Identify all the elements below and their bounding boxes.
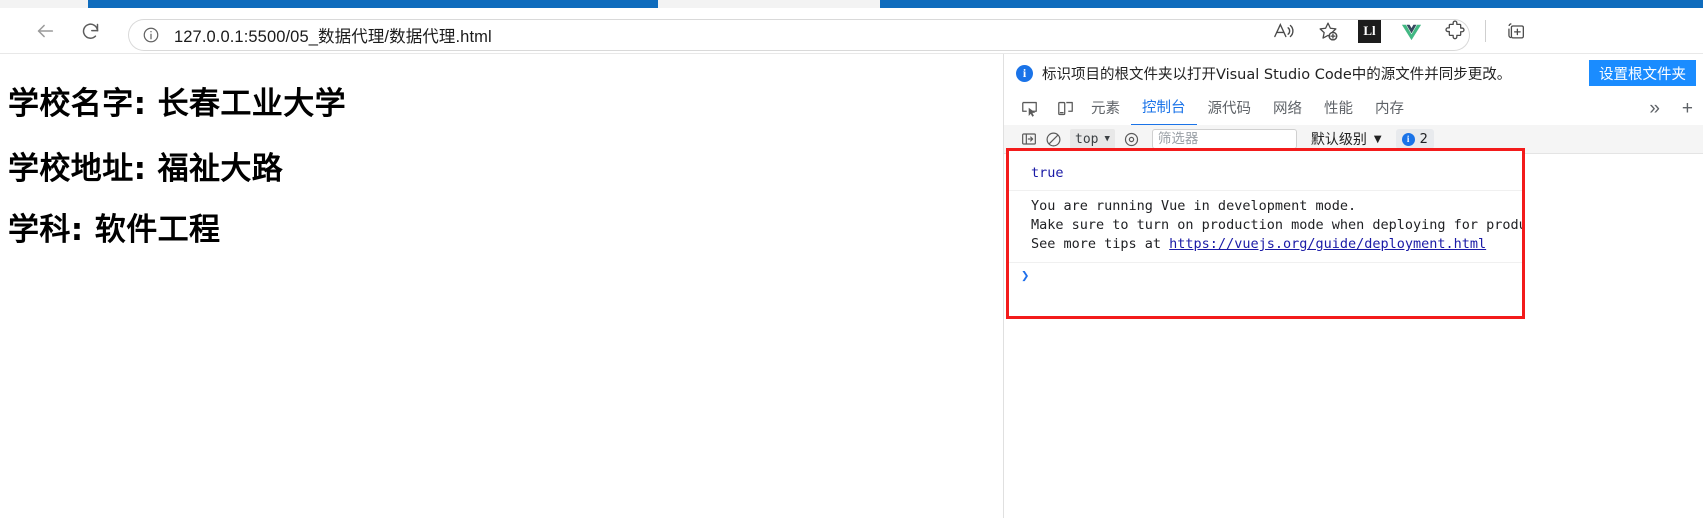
vscode-sync-banner: i 标识项目的根文件夹以打开Visual Studio Code中的源文件并同步… <box>1004 54 1703 93</box>
reload-icon[interactable] <box>75 16 105 46</box>
tab-console[interactable]: 控制台 <box>1131 92 1197 126</box>
info-icon: i <box>1401 132 1415 146</box>
vue-deployment-link[interactable]: https://vuejs.org/guide/deployment.html <box>1169 236 1486 252</box>
set-root-folder-button[interactable]: 设置根文件夹 <box>1589 60 1696 86</box>
console-output-annotated[interactable]: true You are running Vue in development … <box>1006 148 1525 319</box>
console-log-vue-warn-line1: You are running Vue in development mode. <box>1009 190 1522 216</box>
chevron-down-icon: ▼ <box>1373 133 1382 145</box>
issues-badge[interactable]: i 2 <box>1395 129 1434 149</box>
tab-network[interactable]: 网络 <box>1262 93 1313 125</box>
issues-count: 2 <box>1419 131 1428 147</box>
clear-console-icon[interactable] <box>1041 128 1066 150</box>
add-tab-icon[interactable]: + <box>1671 98 1703 120</box>
add-favorite-icon[interactable] <box>1314 17 1342 45</box>
tab-strip-segment-right[interactable] <box>880 0 1703 8</box>
read-aloud-icon[interactable] <box>1270 17 1298 45</box>
console-sidebar-icon[interactable] <box>1016 128 1041 150</box>
browser-toolbar: 127.0.0.1:5500/05_数据代理/数据代理.html Ll <box>0 8 1703 54</box>
console-log-vue-warn-line2: Make sure to turn on production mode whe… <box>1031 217 1525 233</box>
inspect-element-icon[interactable] <box>1014 96 1044 122</box>
console-log-true: true <box>1031 165 1064 181</box>
more-tabs-icon[interactable]: » <box>1638 98 1671 120</box>
tab-performance[interactable]: 性能 <box>1313 93 1364 125</box>
browser-tabstrip <box>0 0 1703 8</box>
context-value: top <box>1075 131 1099 147</box>
ll-extension-icon[interactable]: Ll <box>1358 19 1381 43</box>
back-arrow-icon[interactable] <box>30 16 60 46</box>
log-levels-select[interactable]: 默认级别 ▼ <box>1311 129 1382 149</box>
chevron-down-icon: ▼ <box>1104 134 1110 144</box>
console-prompt-caret[interactable]: ❯ <box>1009 262 1522 284</box>
address-bar-url: 127.0.0.1:5500/05_数据代理/数据代理.html <box>174 28 492 46</box>
console-log-vue-warn-line3: See more tips at https://vuejs.org/guide… <box>1009 235 1522 254</box>
tab-memory[interactable]: 内存 <box>1364 93 1415 125</box>
collections-icon[interactable] <box>1502 17 1530 45</box>
console-log-tips-prefix: See more tips at <box>1031 236 1170 252</box>
javascript-context-select[interactable]: top ▼ <box>1070 129 1115 149</box>
vscode-sync-message: 标识项目的根文件夹以打开Visual Studio Code中的源文件并同步更改… <box>1042 66 1512 83</box>
heading-subject: 学科: 软件工程 <box>8 212 221 248</box>
vue-devtools-icon[interactable] <box>1397 17 1425 45</box>
devtools-tabbar: 元素 控制台 源代码 网络 性能 内存 » + <box>1004 92 1703 126</box>
toolbar-extension-icons: Ll <box>1270 16 1546 46</box>
device-toolbar-icon[interactable] <box>1050 96 1080 122</box>
info-icon: i <box>1016 64 1033 82</box>
devtools-panel: i 标识项目的根文件夹以打开Visual Studio Code中的源文件并同步… <box>1003 54 1703 518</box>
heading-school-name: 学校名字: 长春工业大学 <box>8 86 346 122</box>
address-bar[interactable]: 127.0.0.1:5500/05_数据代理/数据代理.html <box>128 19 1470 51</box>
extensions-puzzle-icon[interactable] <box>1441 17 1469 45</box>
tab-sources[interactable]: 源代码 <box>1197 93 1263 125</box>
tab-strip-segment-left[interactable] <box>88 0 658 8</box>
heading-school-address: 学校地址: 福祉大路 <box>8 151 284 187</box>
devtools-tabbar-overflow: » + <box>1638 98 1703 120</box>
log-levels-label: 默认级别 <box>1310 132 1367 148</box>
toolbar-divider <box>1485 20 1486 42</box>
site-info-icon[interactable] <box>142 26 160 44</box>
tab-elements[interactable]: 元素 <box>1080 93 1131 125</box>
console-filter-input[interactable] <box>1151 129 1297 149</box>
live-expression-icon[interactable] <box>1119 128 1144 150</box>
